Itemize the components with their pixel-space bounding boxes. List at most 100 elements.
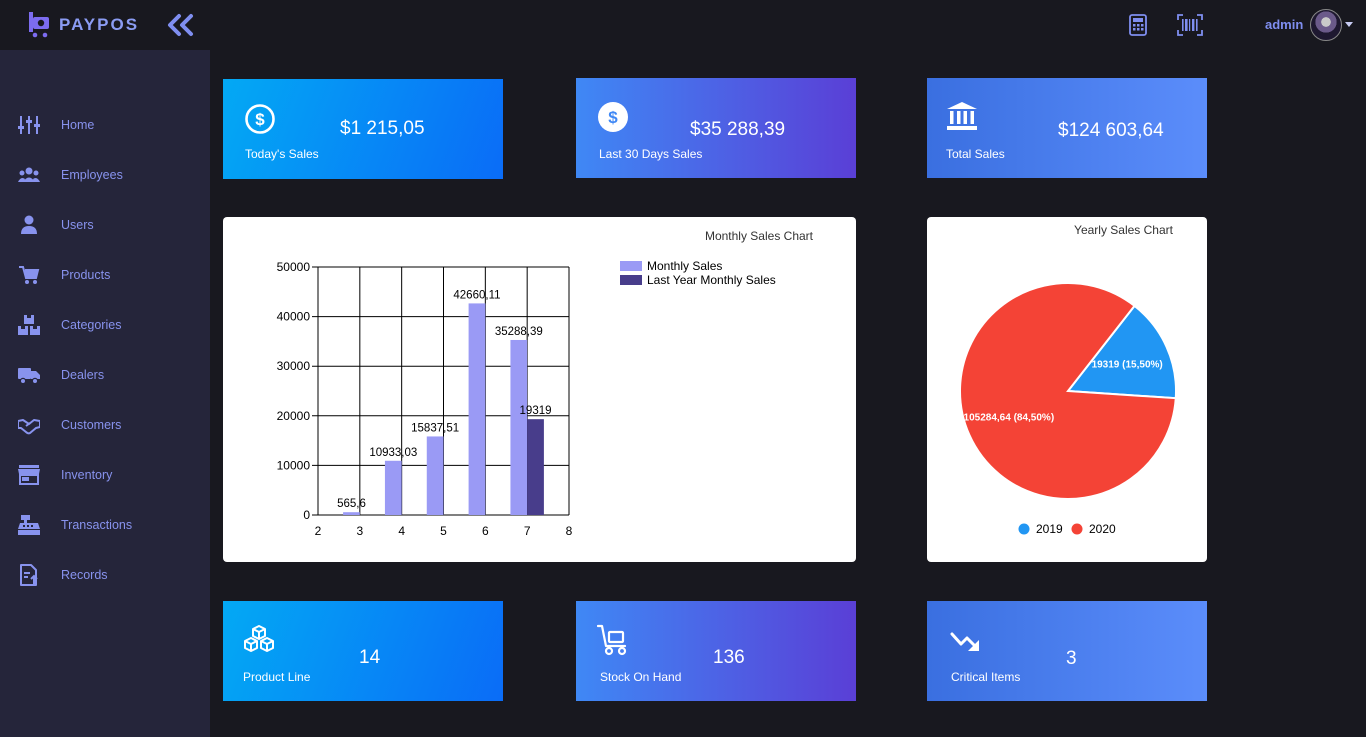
legend-label: 2019	[1036, 522, 1063, 536]
dollar-circle-icon: $	[245, 104, 275, 134]
top-bar: PAYPOS admin	[0, 0, 1366, 50]
dollar-coin-icon: $	[598, 102, 628, 132]
stock-on-hand-value: 136	[713, 647, 745, 668]
stock-on-hand-card: 136 Stock On Hand	[576, 601, 856, 701]
sidebar-item-label: Products	[61, 268, 111, 282]
sidebar-item-label: Dealers	[61, 368, 105, 382]
bar	[343, 512, 360, 515]
monthly-sales-chart: Monthly Sales Chart 2 3 4 5 6 7 8 0 10000 20000 300…	[277, 229, 814, 538]
pie-slice-label: 105284,64 (84,50%)	[964, 412, 1055, 423]
cash-register-icon	[18, 515, 40, 535]
handshake-icon	[18, 419, 40, 435]
sidebar-item-label: Customers	[61, 418, 122, 432]
todays-sales-value: $1 215,05	[340, 118, 425, 139]
bar	[527, 419, 544, 515]
sidebar-item-customers[interactable]: Customers	[0, 407, 210, 443]
x-tick-label: 2	[315, 524, 322, 538]
sliders-icon	[18, 116, 40, 134]
sidebar-item-label: Records	[61, 568, 108, 582]
stock-on-hand-label: Stock On Hand	[600, 670, 682, 684]
pie-slice-label: 19319 (15,50%)	[1092, 360, 1163, 371]
bar	[384, 460, 402, 515]
legend-label: Last Year Monthly Sales	[647, 273, 776, 287]
monthly-sales-chart-panel: Monthly Sales Chart 2 3 4 5 6 7 8 0 10000 20000 300…	[223, 217, 856, 562]
bar-value-label: 42660,11	[453, 289, 500, 301]
sidebar-item-label: Home	[61, 118, 95, 132]
x-tick-label: 3	[356, 524, 363, 538]
todays-sales-label: Today's Sales	[245, 147, 319, 161]
y-tick-label: 40000	[277, 310, 311, 324]
barcode-icon[interactable]	[1177, 14, 1203, 36]
yearly-sales-chart: Yearly Sales Chart 19319 (15,50%) 105284,6…	[959, 223, 1177, 536]
paypos-logo-icon	[29, 12, 49, 38]
sidebar-item-label: Transactions	[61, 518, 133, 532]
sidebar-item-employees[interactable]: Employees	[0, 157, 210, 193]
sidebar-item-users[interactable]: Users	[0, 207, 210, 243]
y-tick-label: 30000	[277, 359, 311, 373]
cubes-icon	[244, 625, 274, 652]
store-icon	[18, 465, 40, 485]
bar	[426, 436, 444, 515]
sidebar-item-dealers[interactable]: Dealers	[0, 357, 210, 393]
sidebar-item-inventory[interactable]: Inventory	[0, 457, 210, 493]
y-tick-label: 20000	[277, 409, 311, 423]
total-sales-card: $124 603,64 Total Sales	[927, 78, 1207, 178]
sidebar-item-home[interactable]: Home	[0, 107, 210, 143]
critical-items-value: 3	[1066, 648, 1077, 669]
last-30-days-sales-label: Last 30 Days Sales	[599, 147, 703, 161]
last-30-days-sales-value: $35 288,39	[690, 119, 786, 140]
critical-items-card: 3 Critical Items	[927, 601, 1207, 701]
person-icon	[21, 215, 37, 234]
critical-items-label: Critical Items	[951, 670, 1021, 684]
people-icon	[18, 167, 40, 182]
sidebar-item-label: Employees	[61, 168, 123, 182]
bar-value-label: 19319	[520, 405, 552, 417]
bank-icon	[947, 102, 977, 130]
x-tick-label: 6	[482, 524, 489, 538]
total-sales-value: $124 603,64	[1058, 120, 1164, 141]
svg-text:$: $	[255, 110, 265, 129]
legend-swatch	[620, 275, 642, 285]
x-tick-label: 5	[440, 524, 447, 538]
legend-swatch	[1071, 523, 1083, 535]
chart-title: Yearly Sales Chart	[1074, 223, 1174, 237]
trend-down-icon	[950, 632, 979, 651]
y-tick-label: 50000	[277, 260, 311, 274]
total-sales-label: Total Sales	[946, 147, 1005, 161]
todays-sales-card: $ $1 215,05 Today's Sales	[223, 79, 503, 179]
y-tick-label: 10000	[277, 458, 311, 472]
sidebar: Home Employees Users Products Categories	[0, 50, 210, 737]
calculator-icon[interactable]	[1127, 14, 1149, 36]
chevron-down-icon[interactable]	[1345, 22, 1353, 27]
sidebar-item-records[interactable]: Records	[0, 557, 210, 593]
product-line-label: Product Line	[243, 670, 311, 684]
sidebar-item-label: Users	[61, 218, 94, 232]
chart-title: Monthly Sales Chart	[705, 229, 814, 243]
bar-value-label: 565,6	[337, 498, 366, 510]
bar	[510, 339, 528, 515]
dolly-icon	[597, 624, 627, 656]
yearly-sales-chart-panel: Yearly Sales Chart 19319 (15,50%) 105284,6…	[927, 217, 1207, 562]
bar-value-label: 10933,03	[369, 447, 417, 459]
y-tick-label: 0	[303, 508, 310, 522]
sidebar-item-label: Categories	[61, 318, 122, 332]
truck-icon	[18, 368, 40, 385]
bar-value-label: 35288,39	[495, 326, 543, 338]
sidebar-item-categories[interactable]: Categories	[0, 307, 210, 343]
avatar[interactable]	[1310, 9, 1342, 41]
legend-swatch	[1018, 523, 1030, 535]
legend-label: 2020	[1089, 522, 1116, 536]
file-upload-icon	[20, 564, 38, 586]
collapse-sidebar-icon[interactable]	[167, 13, 195, 37]
sidebar-item-products[interactable]: Products	[0, 257, 210, 293]
product-line-value: 14	[359, 647, 381, 668]
x-tick-label: 8	[566, 524, 573, 538]
sidebar-item-label: Inventory	[61, 468, 113, 482]
bar-value-label: 15837,51	[411, 422, 459, 434]
x-tick-label: 7	[524, 524, 531, 538]
sidebar-item-transactions[interactable]: Transactions	[0, 507, 210, 543]
boxes-icon	[18, 315, 40, 335]
legend-swatch	[620, 261, 642, 271]
last-30-days-sales-card: $ $35 288,39 Last 30 Days Sales	[576, 78, 856, 178]
user-name[interactable]: admin	[1265, 17, 1303, 32]
